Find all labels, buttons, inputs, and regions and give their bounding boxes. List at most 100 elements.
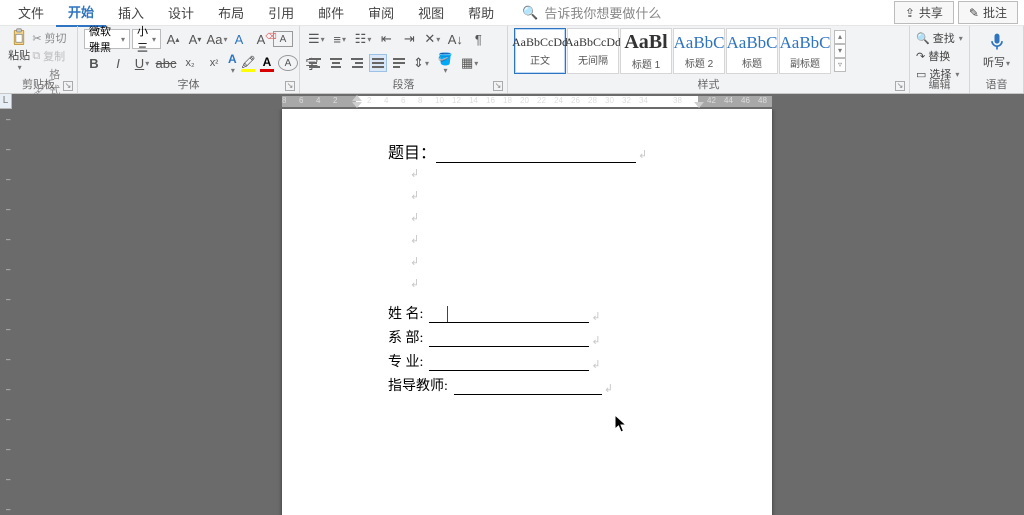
- title-underline[interactable]: [436, 149, 636, 163]
- text-effects-icon: A: [228, 52, 237, 66]
- style-heading1[interactable]: AaBl标题 1: [620, 28, 672, 74]
- strike-button[interactable]: abc: [156, 53, 176, 73]
- chevron-up-icon[interactable]: ▴: [834, 30, 846, 44]
- char-shading-button[interactable]: A: [278, 55, 298, 71]
- paste-button[interactable]: 粘贴▾: [6, 28, 32, 72]
- page[interactable]: 题目：↲ ↲ ↲ ↲ ↲ ↲ ↲ 姓 名:↲ 系 部:↲ 专 业:↲ 指导教师:…: [282, 109, 772, 515]
- clear-format-button[interactable]: A⌫: [251, 29, 271, 49]
- show-marks-button[interactable]: ¶: [468, 29, 488, 49]
- empty-paragraph[interactable]: ↲: [388, 167, 688, 189]
- replace-button[interactable]: ↷替换: [916, 48, 963, 64]
- group-label-styles: 样式: [508, 76, 909, 92]
- font-family-select[interactable]: 微软雅黑▾: [84, 29, 130, 49]
- sort-button[interactable]: A↓: [445, 29, 465, 49]
- comment-icon: ✎: [969, 6, 979, 20]
- empty-paragraph[interactable]: ↲: [388, 277, 688, 299]
- empty-paragraph[interactable]: ↲: [388, 255, 688, 277]
- style-normal[interactable]: AaBbCcDd正文: [514, 28, 566, 74]
- vertical-ruler[interactable]: ––––––––––––––: [0, 109, 12, 515]
- menu-file[interactable]: 文件: [6, 0, 56, 26]
- form-row-dept[interactable]: 系 部:↲: [388, 327, 688, 347]
- text-cursor: [447, 306, 448, 322]
- phonetic-guide-button[interactable]: A: [229, 29, 249, 49]
- clipboard-icon: [8, 28, 30, 47]
- empty-paragraph[interactable]: ↲: [388, 211, 688, 233]
- style-nospacing[interactable]: AaBbCcDd无间隔: [567, 28, 619, 74]
- style-gallery-scroll[interactable]: ▴▾▿: [834, 30, 846, 72]
- menu-references[interactable]: 引用: [256, 0, 306, 26]
- text-direction-button[interactable]: ✕▾: [422, 29, 442, 49]
- form-row-advisor[interactable]: 指导教师:↲: [388, 375, 688, 395]
- align-left-button[interactable]: [306, 54, 324, 72]
- numbering-button[interactable]: ≡▾: [330, 29, 350, 49]
- cut-button[interactable]: ✂剪切: [32, 30, 71, 46]
- decrease-indent-button[interactable]: ⇤: [376, 29, 396, 49]
- group-editing: 🔍查找▾ ↷替换 ▭选择▾ 编辑: [910, 26, 970, 93]
- text-effects-button[interactable]: A▾: [228, 53, 237, 73]
- font-color-icon: A: [263, 55, 272, 69]
- empty-paragraph[interactable]: ↲: [388, 233, 688, 255]
- style-heading2[interactable]: AaBbC标题 2: [673, 28, 725, 74]
- style-title[interactable]: AaBbC标题: [726, 28, 778, 74]
- copy-button[interactable]: ⧉复制: [32, 48, 71, 64]
- document-workspace: L 86422468101214161820222426283032343842…: [0, 94, 1024, 515]
- bold-button[interactable]: B: [84, 53, 104, 73]
- form-row-major[interactable]: 专 业:↲: [388, 351, 688, 371]
- horizontal-ruler[interactable]: 8642246810121416182022242628303234384244…: [12, 94, 1024, 109]
- borders-button[interactable]: ▦▾: [459, 53, 480, 73]
- superscript-button[interactable]: x²: [204, 53, 224, 73]
- highlight-button[interactable]: 🖍: [241, 53, 256, 73]
- shading-button[interactable]: 🪣▾: [434, 53, 456, 73]
- first-line-indent[interactable]: [352, 95, 362, 101]
- group-clipboard: 粘贴▾ ✂剪切 ⧉复制 🖌格式刷 剪贴板 ↘: [0, 26, 78, 93]
- italic-button[interactable]: I: [108, 53, 128, 73]
- name-underline[interactable]: [429, 309, 589, 323]
- menu-view[interactable]: 视图: [406, 0, 456, 26]
- align-center-button[interactable]: [327, 54, 345, 72]
- share-button[interactable]: ⇪共享: [894, 1, 954, 24]
- tell-me-search[interactable]: 🔍 告诉我你想要做什么: [522, 3, 661, 22]
- empty-paragraph[interactable]: ↲: [388, 189, 688, 211]
- increase-indent-button[interactable]: ⇥: [399, 29, 419, 49]
- shrink-font-button[interactable]: A▾: [185, 29, 205, 49]
- align-distribute-button[interactable]: [390, 54, 408, 72]
- microphone-icon: [987, 32, 1007, 52]
- style-subtitle[interactable]: AaBbC副标题: [779, 28, 831, 74]
- grow-font-button[interactable]: A▴: [163, 29, 183, 49]
- font-color-button[interactable]: A: [260, 53, 274, 73]
- subscript-button[interactable]: x₂: [180, 53, 200, 73]
- align-right-button[interactable]: [348, 54, 366, 72]
- gallery-expand-icon[interactable]: ▿: [834, 58, 846, 72]
- line-spacing-button[interactable]: ⇕▾: [411, 53, 431, 73]
- group-paragraph: ☰▾ ≡▾ ☷▾ ⇤ ⇥ ✕▾ A↓ ¶ ⇕▾ 🪣▾ ▦▾ 段落 ↘: [300, 26, 508, 93]
- comments-button[interactable]: ✎批注: [958, 1, 1018, 24]
- ruler-corner[interactable]: L: [0, 94, 12, 109]
- right-indent[interactable]: [694, 102, 704, 108]
- multilevel-button[interactable]: ☷▾: [353, 29, 374, 49]
- scissors-icon: ✂: [32, 32, 41, 45]
- hanging-indent[interactable]: [352, 102, 362, 108]
- underline-button[interactable]: U▾: [132, 53, 152, 73]
- align-justify-button[interactable]: [369, 54, 387, 72]
- clipboard-launcher[interactable]: ↘: [63, 81, 73, 91]
- menu-review[interactable]: 审阅: [356, 0, 406, 26]
- font-launcher[interactable]: ↘: [285, 81, 295, 91]
- change-case-button[interactable]: Aa▾: [207, 29, 227, 49]
- find-button[interactable]: 🔍查找▾: [916, 30, 963, 46]
- document-canvas[interactable]: 题目：↲ ↲ ↲ ↲ ↲ ↲ ↲ 姓 名:↲ 系 部:↲ 专 业:↲ 指导教师:…: [12, 109, 1024, 515]
- highlight-icon: 🖍: [241, 55, 256, 69]
- menu-design[interactable]: 设计: [156, 0, 206, 26]
- menu-layout[interactable]: 布局: [206, 0, 256, 26]
- paragraph-launcher[interactable]: ↘: [493, 81, 503, 91]
- styles-launcher[interactable]: ↘: [895, 81, 905, 91]
- copy-icon: ⧉: [32, 50, 40, 63]
- bullets-button[interactable]: ☰▾: [306, 29, 327, 49]
- group-label-voice: 语音: [970, 76, 1023, 92]
- chevron-down-icon[interactable]: ▾: [834, 44, 846, 58]
- form-row-name[interactable]: 姓 名:↲: [388, 303, 688, 323]
- font-size-select[interactable]: 小三▾: [132, 29, 161, 49]
- doc-title-line[interactable]: 题目：↲: [388, 139, 688, 163]
- menu-mail[interactable]: 邮件: [306, 0, 356, 26]
- dictate-button[interactable]: 听写▾: [976, 28, 1017, 74]
- menu-help[interactable]: 帮助: [456, 0, 506, 26]
